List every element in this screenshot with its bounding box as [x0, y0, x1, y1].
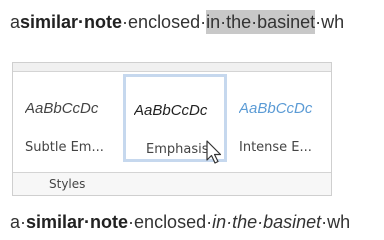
gallery-top-edge: [13, 63, 331, 72]
bold-text: similar·note: [20, 12, 123, 32]
style-name: Intense E...: [239, 140, 312, 155]
text-suffix: ·wh: [321, 212, 351, 232]
mouse-pointer-icon: [206, 140, 222, 164]
style-name: Emphasis: [146, 142, 209, 157]
text-middle: ·enclosed·: [122, 12, 207, 32]
style-name: Subtle Em...: [25, 140, 104, 155]
style-preview: AaBbCcDc: [25, 100, 99, 117]
styles-ribbon-group: AaBbCcDc Subtle Em... AaBbCcDc Emphasis …: [12, 62, 332, 196]
text-prefix: a·: [10, 212, 27, 232]
document-text-line-bottom[interactable]: a·similar·note·enclosed·in·the·basinet·w…: [10, 212, 350, 233]
style-intense-emphasis[interactable]: AaBbCcDc Intense E...: [229, 72, 333, 172]
style-preview: AaBbCcDc: [134, 102, 208, 119]
bold-text: similar·note: [26, 212, 129, 232]
selected-text[interactable]: in·the·basinet: [206, 10, 316, 34]
group-label-styles: Styles: [49, 177, 86, 191]
text-suffix: ·wh: [315, 12, 345, 32]
word-document-view: asimilar·note·enclosed·in·the·basinet·wh…: [0, 0, 384, 240]
text-middle: ·enclosed·: [128, 212, 213, 232]
emphasis-preview-text: in·the·basinet: [212, 212, 322, 232]
style-subtle-emphasis[interactable]: AaBbCcDc Subtle Em...: [15, 72, 119, 172]
styles-gallery: AaBbCcDc Subtle Em... AaBbCcDc Emphasis …: [13, 72, 331, 173]
document-text-line-top[interactable]: asimilar·note·enclosed·in·the·basinet·wh: [10, 10, 345, 34]
text-prefix: a: [10, 12, 21, 32]
style-preview: AaBbCcDc: [239, 100, 313, 117]
